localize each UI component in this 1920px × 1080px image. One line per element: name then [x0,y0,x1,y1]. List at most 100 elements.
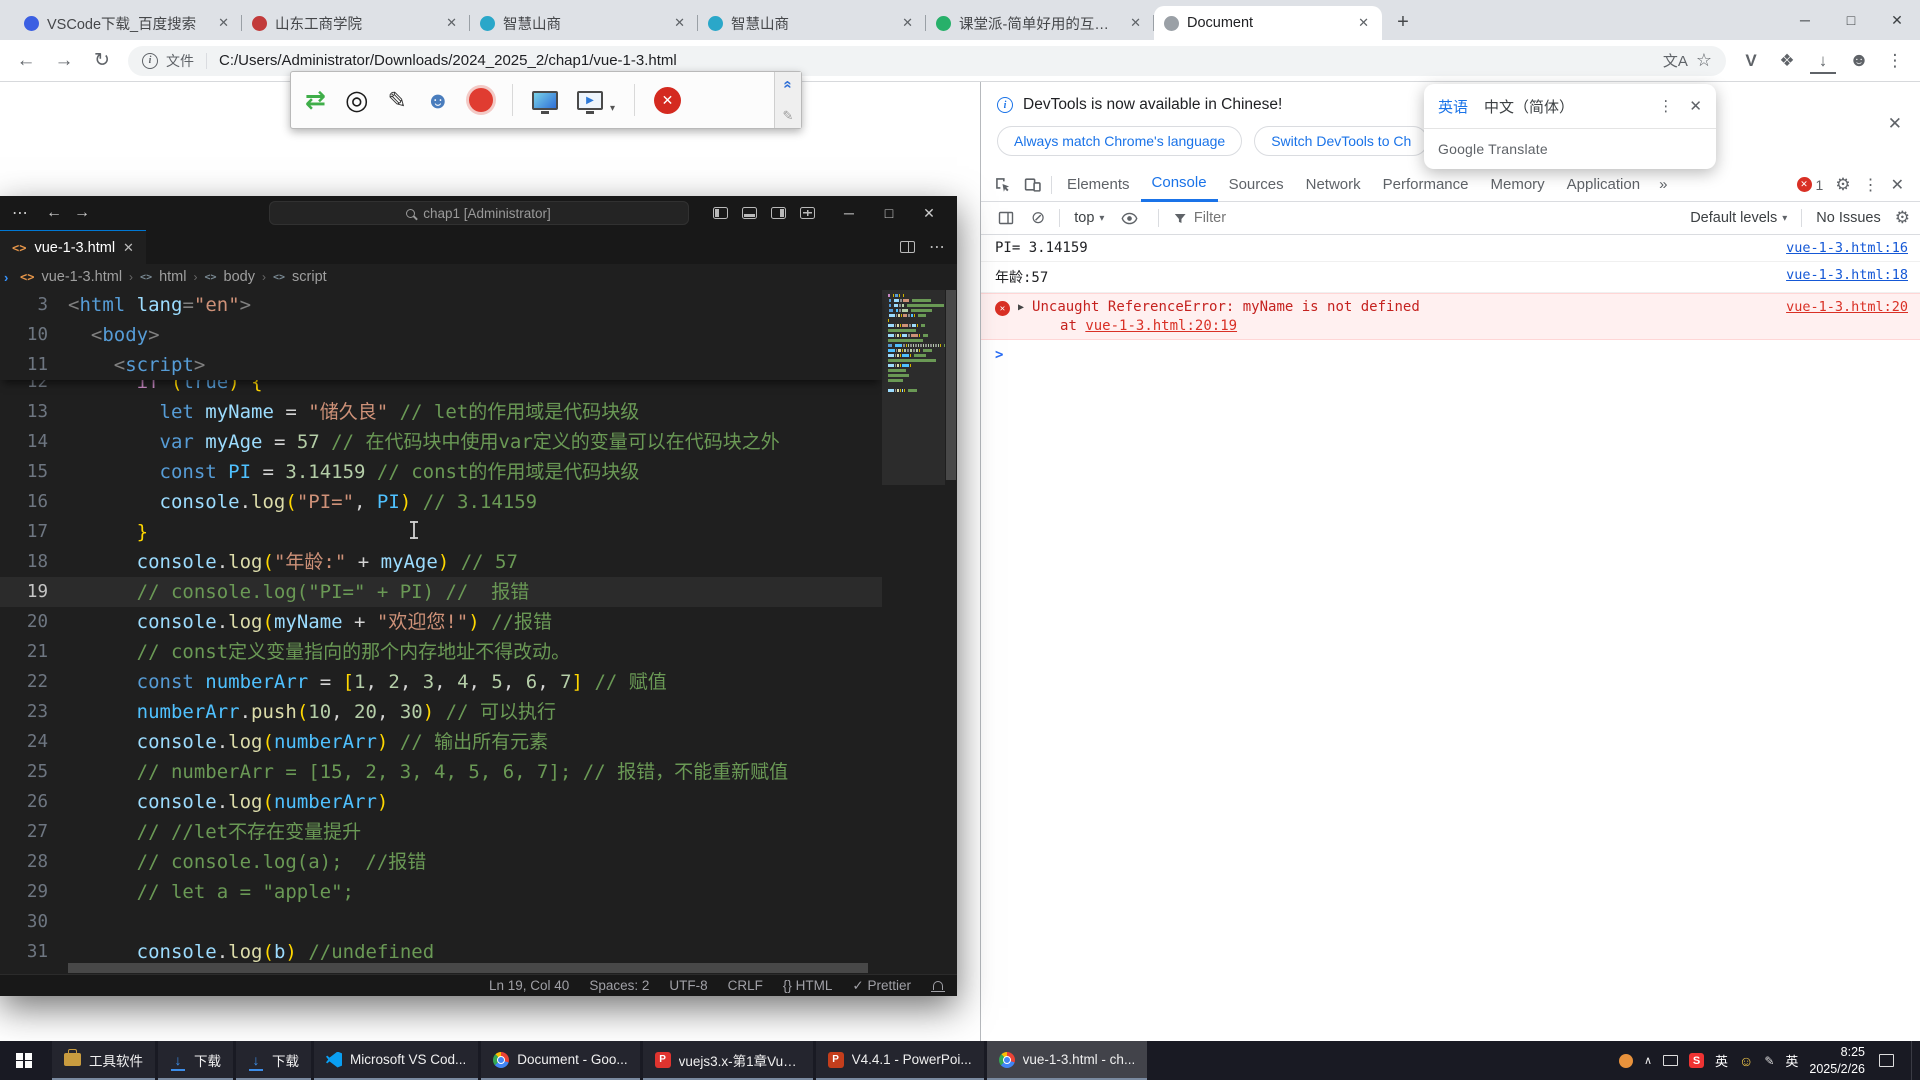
stop-close-button[interactable]: ✕ [654,87,681,114]
code-line[interactable]: 20 console.log(myName + "欢迎您!") //报错 [0,607,882,637]
breadcrumb-item[interactable]: body [224,269,255,285]
source-link[interactable]: vue-1-3.html:20 [1786,299,1908,315]
vscode-maximize-button[interactable]: □ [869,196,909,230]
editor-tab[interactable]: <> vue-1-3.html ✕ [0,230,146,264]
infobar-close-icon[interactable]: ✕ [1888,114,1902,134]
extensions-icon[interactable]: ❖ [1772,51,1802,71]
tab-close-icon[interactable]: ✕ [671,14,688,32]
source-language-tab[interactable]: 英语 [1438,96,1468,117]
downloads-icon[interactable]: ↓ [1808,51,1838,71]
target-language-tab[interactable]: 中文（简体） [1484,96,1574,117]
browser-tab[interactable]: 智慧山商✕ [470,6,698,40]
editor-actions-icon[interactable]: ⋯ [929,237,945,257]
swap-arrows-icon[interactable]: ⇄ [305,88,326,113]
more-tabs-icon[interactable]: » [1651,168,1675,202]
devtools-tab-performance[interactable]: Performance [1372,168,1480,202]
taskbar-item[interactable]: PV4.4.1 - PowerPoi... [816,1041,984,1080]
live-expression-eye-icon[interactable] [1114,210,1144,227]
display-icon[interactable] [1663,1055,1678,1066]
tab-close-icon[interactable]: ✕ [1127,14,1144,32]
code-line[interactable]: 21 // const定义变量指向的那个内存地址不得改动。 [0,637,882,667]
ime-mode-label[interactable]: 英 [1715,1051,1728,1070]
notification-bell-icon[interactable] [933,981,943,990]
error-badge[interactable]: ✕ 1 [1797,177,1824,193]
close-button[interactable]: ✕ [1874,0,1920,40]
nav-forward-icon[interactable]: → [74,204,90,222]
breadcrumb-expand-icon[interactable]: › [4,270,8,285]
extension-v-icon[interactable]: V [1736,51,1766,71]
devtools-tab-elements[interactable]: Elements [1056,168,1141,202]
collapse-icon[interactable]: « [780,80,797,88]
code-line[interactable]: 27 // //let不存在变量提升 [0,817,882,847]
console-filter[interactable] [1173,210,1680,226]
device-toolbar-icon[interactable] [1017,176,1047,193]
chevron-down-icon[interactable]: ▾ [610,103,615,114]
browser-tab[interactable]: 课堂派-简单好用的互动课堂管…✕ [926,6,1154,40]
horizontal-scrollbar[interactable] [68,963,868,973]
taskbar-clock[interactable]: 8:25 2025/2/26 [1809,1044,1865,1077]
customize-layout-icon[interactable] [800,207,815,219]
back-icon[interactable]: ← [10,45,42,77]
devtools-tab-sources[interactable]: Sources [1218,168,1295,202]
tab-close-icon[interactable]: ✕ [1355,14,1372,32]
screen-capture-icon[interactable] [532,91,558,110]
context-selector[interactable]: top ▾ [1074,210,1104,226]
translate-options-icon[interactable]: ⋮ [1658,97,1673,115]
code-line[interactable]: 17 } [0,517,882,547]
browser-tab[interactable]: 智慧山商✕ [698,6,926,40]
clear-console-icon[interactable]: ⊘ [1031,208,1045,228]
issues-counter[interactable]: No Issues [1816,210,1880,226]
code-line[interactable]: 19 // console.log("PI=" + PI) // 报错 [0,577,882,607]
code-line[interactable]: 24 console.log(numberArr) // 输出所有元素 [0,727,882,757]
language-mode[interactable]: {} HTML [783,978,833,993]
menu-ellipsis-icon[interactable]: ⋯ [6,203,34,223]
maximize-button[interactable]: □ [1828,0,1874,40]
stack-link[interactable]: vue-1-3.html:20:19 [1085,318,1237,334]
code-line[interactable]: 22 const numberArr = [1, 2, 3, 4, 5, 6, … [0,667,882,697]
breadcrumb-item[interactable]: script [292,269,327,285]
source-link[interactable]: vue-1-3.html:18 [1786,267,1908,283]
hidden-icons-chevron[interactable]: ∧ [1644,1054,1652,1067]
code-line[interactable]: 28 // console.log(a); //报错 [0,847,882,877]
site-info-icon[interactable]: i [142,53,158,69]
record-button[interactable] [469,88,493,112]
code-line[interactable]: 23 numberArr.push(10, 20, 30) // 可以执行 [0,697,882,727]
tab-close-icon[interactable]: ✕ [443,14,460,32]
eol-sequence[interactable]: CRLF [728,978,763,993]
devtools-settings-icon[interactable]: ⚙ [1835,175,1850,195]
webcam-person-icon[interactable]: ☻ [426,89,450,112]
taskbar-item[interactable]: 工具软件 [52,1041,155,1080]
taskbar-item[interactable]: Microsoft VS Cod... [314,1041,478,1080]
reload-icon[interactable]: ↻ [86,45,118,77]
forward-icon[interactable]: → [48,45,80,77]
expand-triangle-icon[interactable]: ▶ [1018,302,1024,313]
devtools-menu-icon[interactable]: ⋮ [1863,175,1879,195]
url-text[interactable]: C:/Users/Administrator/Downloads/2024_20… [219,52,1655,69]
console-log-row[interactable]: 年龄:57vue-1-3.html:18 [981,262,1920,293]
taskbar-item[interactable]: Document - Goo... [481,1041,639,1080]
handwriting-icon[interactable]: ✎ [1764,1054,1774,1068]
source-link[interactable]: vue-1-3.html:16 [1786,240,1908,256]
switch-language-button[interactable]: Switch DevTools to Ch [1254,126,1428,156]
devtools-tab-network[interactable]: Network [1295,168,1372,202]
translate-icon[interactable]: 文A [1663,50,1688,71]
vscode-minimize-button[interactable]: ─ [829,196,869,230]
code-line[interactable]: 3<html lang="en"> [0,290,882,320]
taskbar-item[interactable]: ↓下载 [236,1041,311,1080]
code-line[interactable]: 13 let myName = "储久良" // let的作用域是代码块级 [0,397,882,427]
code-editor[interactable]: 12 if (true) {13 let myName = "储久良" // l… [0,290,957,974]
pen-tool-icon[interactable]: ✎ [388,89,407,112]
tab-close-icon[interactable]: ✕ [123,240,134,256]
tab-close-icon[interactable]: ✕ [215,14,232,32]
screen-select-icon[interactable]: ▶ [577,91,603,110]
emoji-icon[interactable]: ☺ [1739,1053,1753,1069]
bookmark-star-icon[interactable]: ☆ [1696,50,1712,71]
split-editor-icon[interactable] [900,241,915,253]
code-line[interactable]: 29 // let a = "apple"; [0,877,882,907]
breadcrumb-item[interactable]: html [159,269,186,285]
devtools-tab-memory[interactable]: Memory [1480,168,1556,202]
sogou-input-icon[interactable]: S [1689,1053,1704,1068]
match-language-button[interactable]: Always match Chrome's language [997,126,1242,156]
code-line[interactable]: 10 <body> [0,320,882,350]
show-desktop-button[interactable] [1911,1041,1916,1080]
